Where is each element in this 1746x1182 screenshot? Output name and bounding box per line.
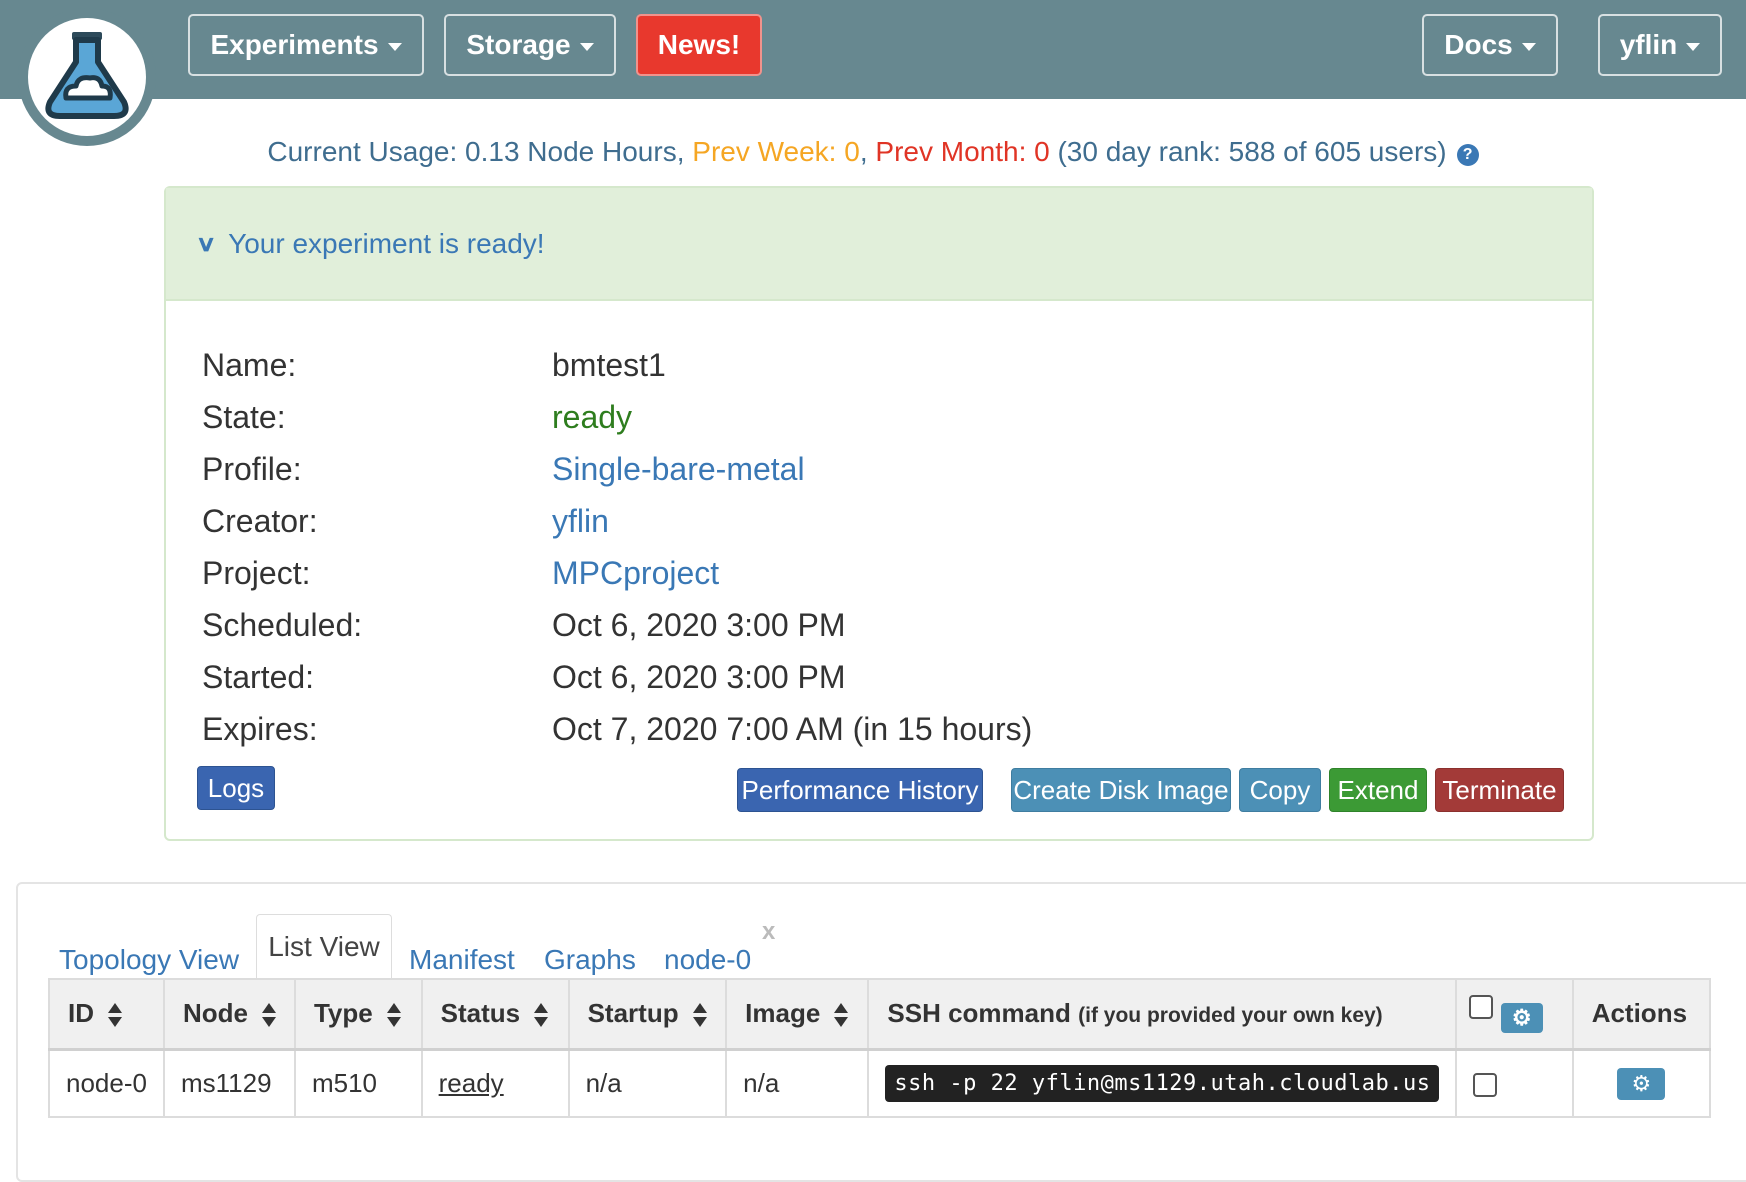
col-type-label: Type: [313, 998, 373, 1029]
sort-icon[interactable]: [692, 1001, 707, 1029]
experiment-state: ready: [552, 399, 633, 435]
node-id-cell: node-0: [48, 1048, 165, 1118]
col-actions-label: Actions: [1591, 998, 1688, 1029]
usage-current-value: 0.13 Node Hours: [465, 136, 677, 167]
news-label: News!: [657, 29, 741, 60]
scheduled-value: Oct 6, 2020 3:00 PM: [552, 607, 846, 643]
usage-separator: ,: [859, 136, 876, 167]
chevron-down-icon[interactable]: ∨: [196, 231, 217, 257]
panel-header[interactable]: ∨ Your experiment is ready!: [166, 188, 1592, 301]
panel-title: Your experiment is ready!: [228, 227, 545, 259]
usage-separator: ,: [676, 136, 693, 167]
select-all-checkbox[interactable]: [1469, 994, 1494, 1019]
gear-icon[interactable]: ⚙: [1500, 1002, 1543, 1033]
col-status[interactable]: Status: [420, 978, 570, 1051]
docs-label: Docs: [1444, 29, 1513, 60]
caret-down-icon: [579, 42, 594, 51]
col-node[interactable]: Node: [162, 978, 296, 1051]
table-header-row: ID Node Type Status Startup Image SSH co…: [48, 978, 1712, 1051]
usage-prev-month: Prev Month: 0: [875, 136, 1050, 167]
sort-icon[interactable]: [261, 1001, 276, 1029]
col-id-label: ID: [68, 998, 94, 1029]
experiment-status-panel: ∨ Your experiment is ready! Name: bmtest…: [164, 186, 1594, 841]
user-label: yflin: [1619, 29, 1678, 60]
terminate-button[interactable]: Terminate: [1435, 768, 1564, 812]
sort-icon[interactable]: [386, 1001, 401, 1029]
col-id[interactable]: ID: [48, 978, 165, 1051]
usage-current-label: Current Usage:: [267, 136, 466, 167]
sort-icon[interactable]: [834, 1001, 849, 1029]
row-checkbox[interactable]: [1473, 1072, 1498, 1097]
detail-label: Name:: [202, 347, 297, 383]
sort-icon[interactable]: [534, 1001, 549, 1029]
detail-label: Scheduled:: [202, 607, 363, 643]
node-status-value[interactable]: ready: [439, 1068, 504, 1098]
cloudlab-logo[interactable]: [18, 8, 156, 146]
col-startup[interactable]: Startup: [567, 978, 728, 1051]
actions-cell: ⚙: [1571, 1048, 1712, 1118]
creator-link[interactable]: yflin: [552, 503, 609, 540]
storage-menu[interactable]: Storage: [444, 14, 616, 76]
ssh-command[interactable]: ssh -p 22 yflin@ms1129.utah.cloudlab.us: [885, 1064, 1440, 1102]
col-type[interactable]: Type: [293, 978, 423, 1051]
col-select: ⚙: [1455, 978, 1574, 1051]
gear-icon[interactable]: ⚙: [1617, 1067, 1666, 1100]
col-ssh: SSH command (if you provided your own ke…: [867, 978, 1458, 1051]
caret-down-icon: [1521, 42, 1536, 51]
usage-summary: Current Usage: 0.13 Node Hours, Prev Wee…: [0, 136, 1746, 168]
node-status-cell: ready: [420, 1048, 570, 1118]
tab-list-view[interactable]: List View: [256, 914, 392, 979]
help-icon[interactable]: ?: [1456, 144, 1479, 166]
expires-value: Oct 7, 2020 7:00 AM (in 15 hours): [552, 711, 1033, 747]
project-link[interactable]: MPCproject: [552, 555, 719, 592]
node-type-cell: m510: [293, 1048, 423, 1118]
col-ssh-label: SSH command: [887, 998, 1071, 1029]
tab-node-0[interactable]: node-0: [664, 944, 751, 976]
node-startup-cell: n/a: [567, 1048, 728, 1118]
col-status-label: Status: [440, 998, 521, 1029]
extend-button[interactable]: Extend: [1329, 768, 1427, 812]
tab-manifest[interactable]: Manifest: [409, 944, 515, 976]
profile-link[interactable]: Single-bare-metal: [552, 451, 805, 488]
detail-label: Expires:: [202, 711, 318, 747]
storage-label: Storage: [466, 29, 571, 60]
create-disk-image-button[interactable]: Create Disk Image: [1011, 768, 1231, 812]
experiment-name: bmtest1: [552, 347, 666, 383]
experiments-label: Experiments: [210, 29, 379, 60]
select-cell: [1455, 1048, 1574, 1118]
started-value: Oct 6, 2020 3:00 PM: [552, 659, 846, 695]
col-image-label: Image: [745, 998, 821, 1029]
col-node-label: Node: [182, 998, 248, 1029]
detail-label: Project:: [202, 555, 311, 591]
close-tab-icon[interactable]: x: [762, 918, 775, 946]
tab-graphs[interactable]: Graphs: [544, 944, 636, 976]
flask-logo-icon: [28, 18, 146, 136]
performance-history-button[interactable]: Performance History: [737, 768, 983, 812]
detail-label: Started:: [202, 659, 315, 695]
caret-down-icon: [387, 42, 402, 51]
ssh-command-cell: ssh -p 22 yflin@ms1129.utah.cloudlab.us: [867, 1048, 1458, 1118]
col-startup-label: Startup: [587, 998, 679, 1029]
logs-button[interactable]: Logs: [197, 766, 275, 810]
node-table: ID Node Type Status Startup Image SSH co…: [48, 978, 1712, 1118]
node-image-cell: n/a: [725, 1048, 870, 1118]
copy-button[interactable]: Copy: [1239, 768, 1321, 812]
usage-prev-week: Prev Week: 0: [692, 136, 860, 167]
sort-icon[interactable]: [108, 1001, 122, 1029]
col-actions: Actions: [1571, 978, 1712, 1051]
caret-down-icon: [1686, 42, 1701, 51]
col-image[interactable]: Image: [725, 978, 870, 1051]
docs-menu[interactable]: Docs: [1422, 14, 1558, 76]
experiments-menu[interactable]: Experiments: [188, 14, 424, 76]
detail-label: Creator:: [202, 503, 318, 539]
news-button[interactable]: News!: [636, 14, 762, 76]
node-link[interactable]: ms1129: [162, 1048, 296, 1118]
detail-label: State:: [202, 399, 286, 435]
tab-topology-view[interactable]: Topology View: [59, 944, 239, 976]
user-menu[interactable]: yflin: [1598, 14, 1722, 76]
col-ssh-note: (if you provided your own key): [1078, 1004, 1383, 1028]
usage-rank: (30 day rank: 588 of 605 users): [1049, 136, 1447, 167]
table-row: node-0 ms1129 m510 ready n/a n/a ssh -p …: [48, 1048, 1712, 1118]
detail-label: Profile:: [202, 451, 302, 487]
